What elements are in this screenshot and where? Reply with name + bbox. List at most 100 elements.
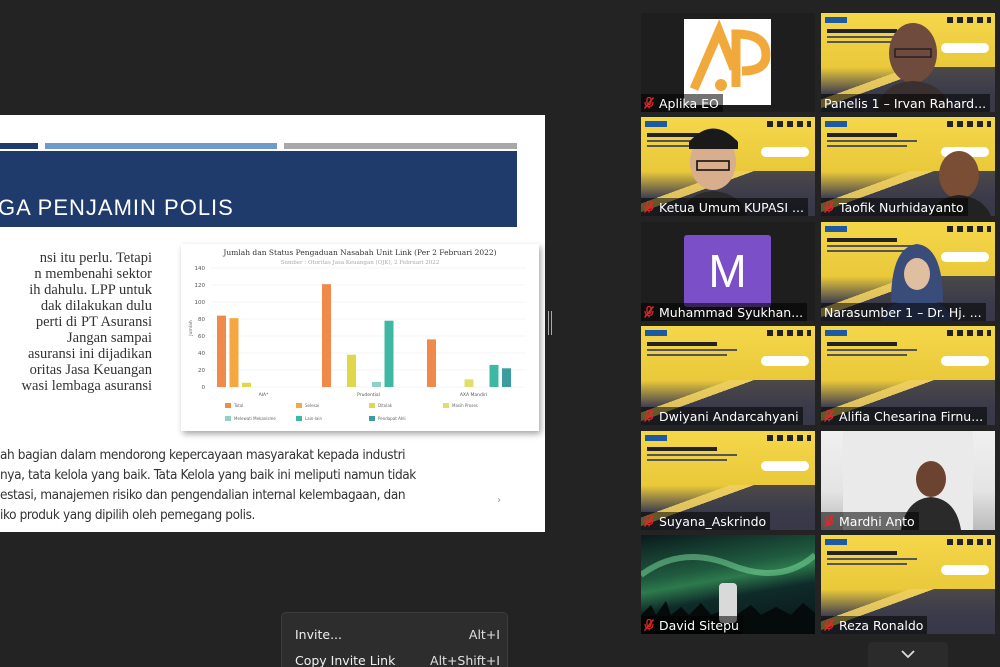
participant-name-tag: Mardhi Anto [821, 512, 919, 530]
chart-x-tick: AXA Mandiri [460, 392, 487, 398]
chart-x-tick: Prudential [357, 392, 380, 398]
participant-name-tag: Taofik Nurhidayanto [821, 198, 968, 216]
chart-legend-label: Selesai [305, 403, 319, 408]
participant-name-tag: Alifia Chesarina Firnu... [821, 407, 988, 425]
chart-legend-label: Total [233, 403, 243, 408]
participant-tile[interactable]: Narasumber 1 – Dr. Hj. ... [821, 222, 995, 321]
participant-name: Alifia Chesarina Firnu... [839, 408, 984, 424]
menu-item-label: Copy Invite Link [295, 652, 396, 667]
slide-body-line: asuransi ini dijadikan [27, 346, 152, 362]
chart-legend-swatch [225, 403, 231, 408]
chart-legend-swatch [369, 416, 375, 421]
participant-tile[interactable]: David Sitepu [641, 535, 815, 634]
chart-y-tick: 0 [202, 385, 206, 391]
participant-tile[interactable]: Panelis 1 – Irvan Rahard... [821, 13, 995, 112]
aplika-logo-icon [689, 19, 771, 91]
menu-item-label: Invite... [295, 626, 342, 642]
slide-body-line: nsi itu perlu. Tetapi [39, 250, 152, 266]
participant-name: Reza Ronaldo [839, 617, 924, 633]
chart-bar [217, 315, 226, 387]
participant-name: Mardhi Anto [839, 513, 915, 529]
participant-name-tag: Muhammad Syukhan... [641, 303, 808, 321]
participant-tile[interactable]: Ketua Umum KUPASI ... [641, 117, 815, 216]
participant-tile[interactable]: Dwiyani Andarcahyani [641, 326, 815, 425]
participant-name-tag: Aplika EO [641, 94, 723, 112]
chart-bar [242, 382, 251, 387]
participant-name: Taofik Nurhidayanto [839, 199, 964, 215]
mic-muted-icon [644, 619, 654, 631]
mic-muted-icon [644, 201, 654, 213]
slide-body-line: perti di PT Asuransi [35, 314, 152, 330]
chart-bar [464, 379, 474, 387]
chart-bar [427, 339, 436, 387]
participant-tile[interactable]: Alifia Chesarina Firnu... [821, 326, 995, 425]
chart-y-tick: 40 [198, 351, 205, 357]
chart-legend-label: Masih Proses [452, 403, 478, 408]
participant-name-tag: Reza Ronaldo [821, 616, 928, 634]
participant-name-tag: Narasumber 1 – Dr. Hj. ... [821, 303, 986, 321]
slide-body-line: ih dahulu. LPP untuk [29, 282, 152, 298]
participant-name-tag: Dwiyani Andarcahyani [641, 407, 803, 425]
menu-item-shortcut: Alt+I [468, 626, 500, 642]
participant-name-tag: Panelis 1 – Irvan Rahard... [821, 94, 991, 112]
slide-bottom-line: ah bagian dalam mendorong kepercayaan ma… [0, 447, 406, 463]
mic-muted-icon [644, 306, 654, 318]
chart-legend-label: Lain-lain [305, 416, 322, 421]
chart-legend-label: Pendapat Ahli [378, 416, 406, 421]
chart-y-label: Jumlah [188, 320, 194, 337]
complaints-chart: Jumlah dan Status Pengaduan Nasabah Unit… [181, 244, 539, 431]
chart-bar [372, 381, 381, 387]
participant-tile[interactable]: M Muhammad Syukhan... [641, 222, 815, 321]
participant-name: Aplika EO [659, 95, 719, 111]
mic-muted-icon [824, 410, 834, 422]
participant-tile[interactable]: Aplika EO [641, 13, 815, 112]
menu-item-invite[interactable]: Invite... Alt+I [295, 623, 500, 645]
slide-title: GA PENJAMIN POLIS [0, 195, 234, 220]
slide-bar [45, 143, 277, 149]
chart-x-tick: AIA* [259, 392, 269, 398]
slide-bar [284, 143, 517, 149]
slide-bottom-text: ah bagian dalam mendorong kepercayaan ma… [0, 445, 520, 525]
slide-bar [0, 143, 38, 149]
participant-name-tag: Suyana_Askrindo [641, 512, 771, 530]
slide-bottom-line: estasi, manajemen risiko dan pengendalia… [0, 487, 406, 503]
gallery-scroll-down-button[interactable] [868, 642, 948, 667]
chart-legend-swatch [369, 403, 375, 408]
slide-body-text: nsi itu perlu. Tetapi n membenahi sektor i… [0, 250, 152, 394]
chart-y-tick: 100 [195, 300, 206, 306]
chart-y-tick: 60 [198, 334, 205, 340]
chart-bar [229, 318, 239, 387]
chart-y-tick: 20 [198, 368, 205, 374]
participant-name: Ketua Umum KUPASI ... [659, 199, 804, 215]
participant-name: Suyana_Askrindo [659, 513, 767, 529]
slide-body-line: oritas Jasa Keuangan [29, 362, 152, 378]
participant-tile[interactable]: Mardhi Anto [821, 431, 995, 530]
participant-name: Muhammad Syukhan... [659, 304, 804, 320]
mic-muted-icon [644, 410, 654, 422]
chart-bar [347, 354, 356, 387]
mic-muted-icon [644, 515, 654, 527]
participant-tile[interactable]: Suyana_Askrindo [641, 431, 815, 530]
slide-body-line: Jangan sampai [67, 330, 152, 346]
slide-body-line: n membenahi sektor [34, 266, 152, 282]
mic-muted-icon [824, 515, 834, 527]
slide-header-bars [0, 143, 517, 151]
participant-name-tag: Ketua Umum KUPASI ... [641, 198, 808, 216]
invite-context-menu: Invite... Alt+I Copy Invite Link Alt+Shi… [281, 612, 508, 667]
participant-name-tag: David Sitepu [641, 616, 743, 634]
chart-bar [384, 320, 394, 387]
participant-tile[interactable]: Taofik Nurhidayanto [821, 117, 995, 216]
participant-name: Dwiyani Andarcahyani [659, 408, 799, 424]
participant-tile[interactable]: Reza Ronaldo [821, 535, 995, 634]
participant-name: David Sitepu [659, 617, 739, 633]
chart-legend-swatch [296, 403, 302, 408]
split-divider-handle[interactable] [548, 311, 552, 335]
chart-y-tick: 80 [198, 317, 205, 323]
aplika-logo [684, 19, 771, 105]
slide-bottom-line: nya, tata kelola yang baik. Tata Kelola … [0, 467, 416, 483]
slide-bottom-line: iko produk yang dipilih oleh pemegang po… [0, 507, 255, 523]
menu-item-copy-invite-link[interactable]: Copy Invite Link Alt+Shift+I [295, 649, 500, 667]
chart-subtitle: Sumber : Otoritas Jasa Keuangan (OJK), 2… [281, 259, 440, 266]
slide-next-marker: › [497, 495, 501, 506]
slide-body-line: wasi lembaga asuransi [21, 378, 152, 394]
